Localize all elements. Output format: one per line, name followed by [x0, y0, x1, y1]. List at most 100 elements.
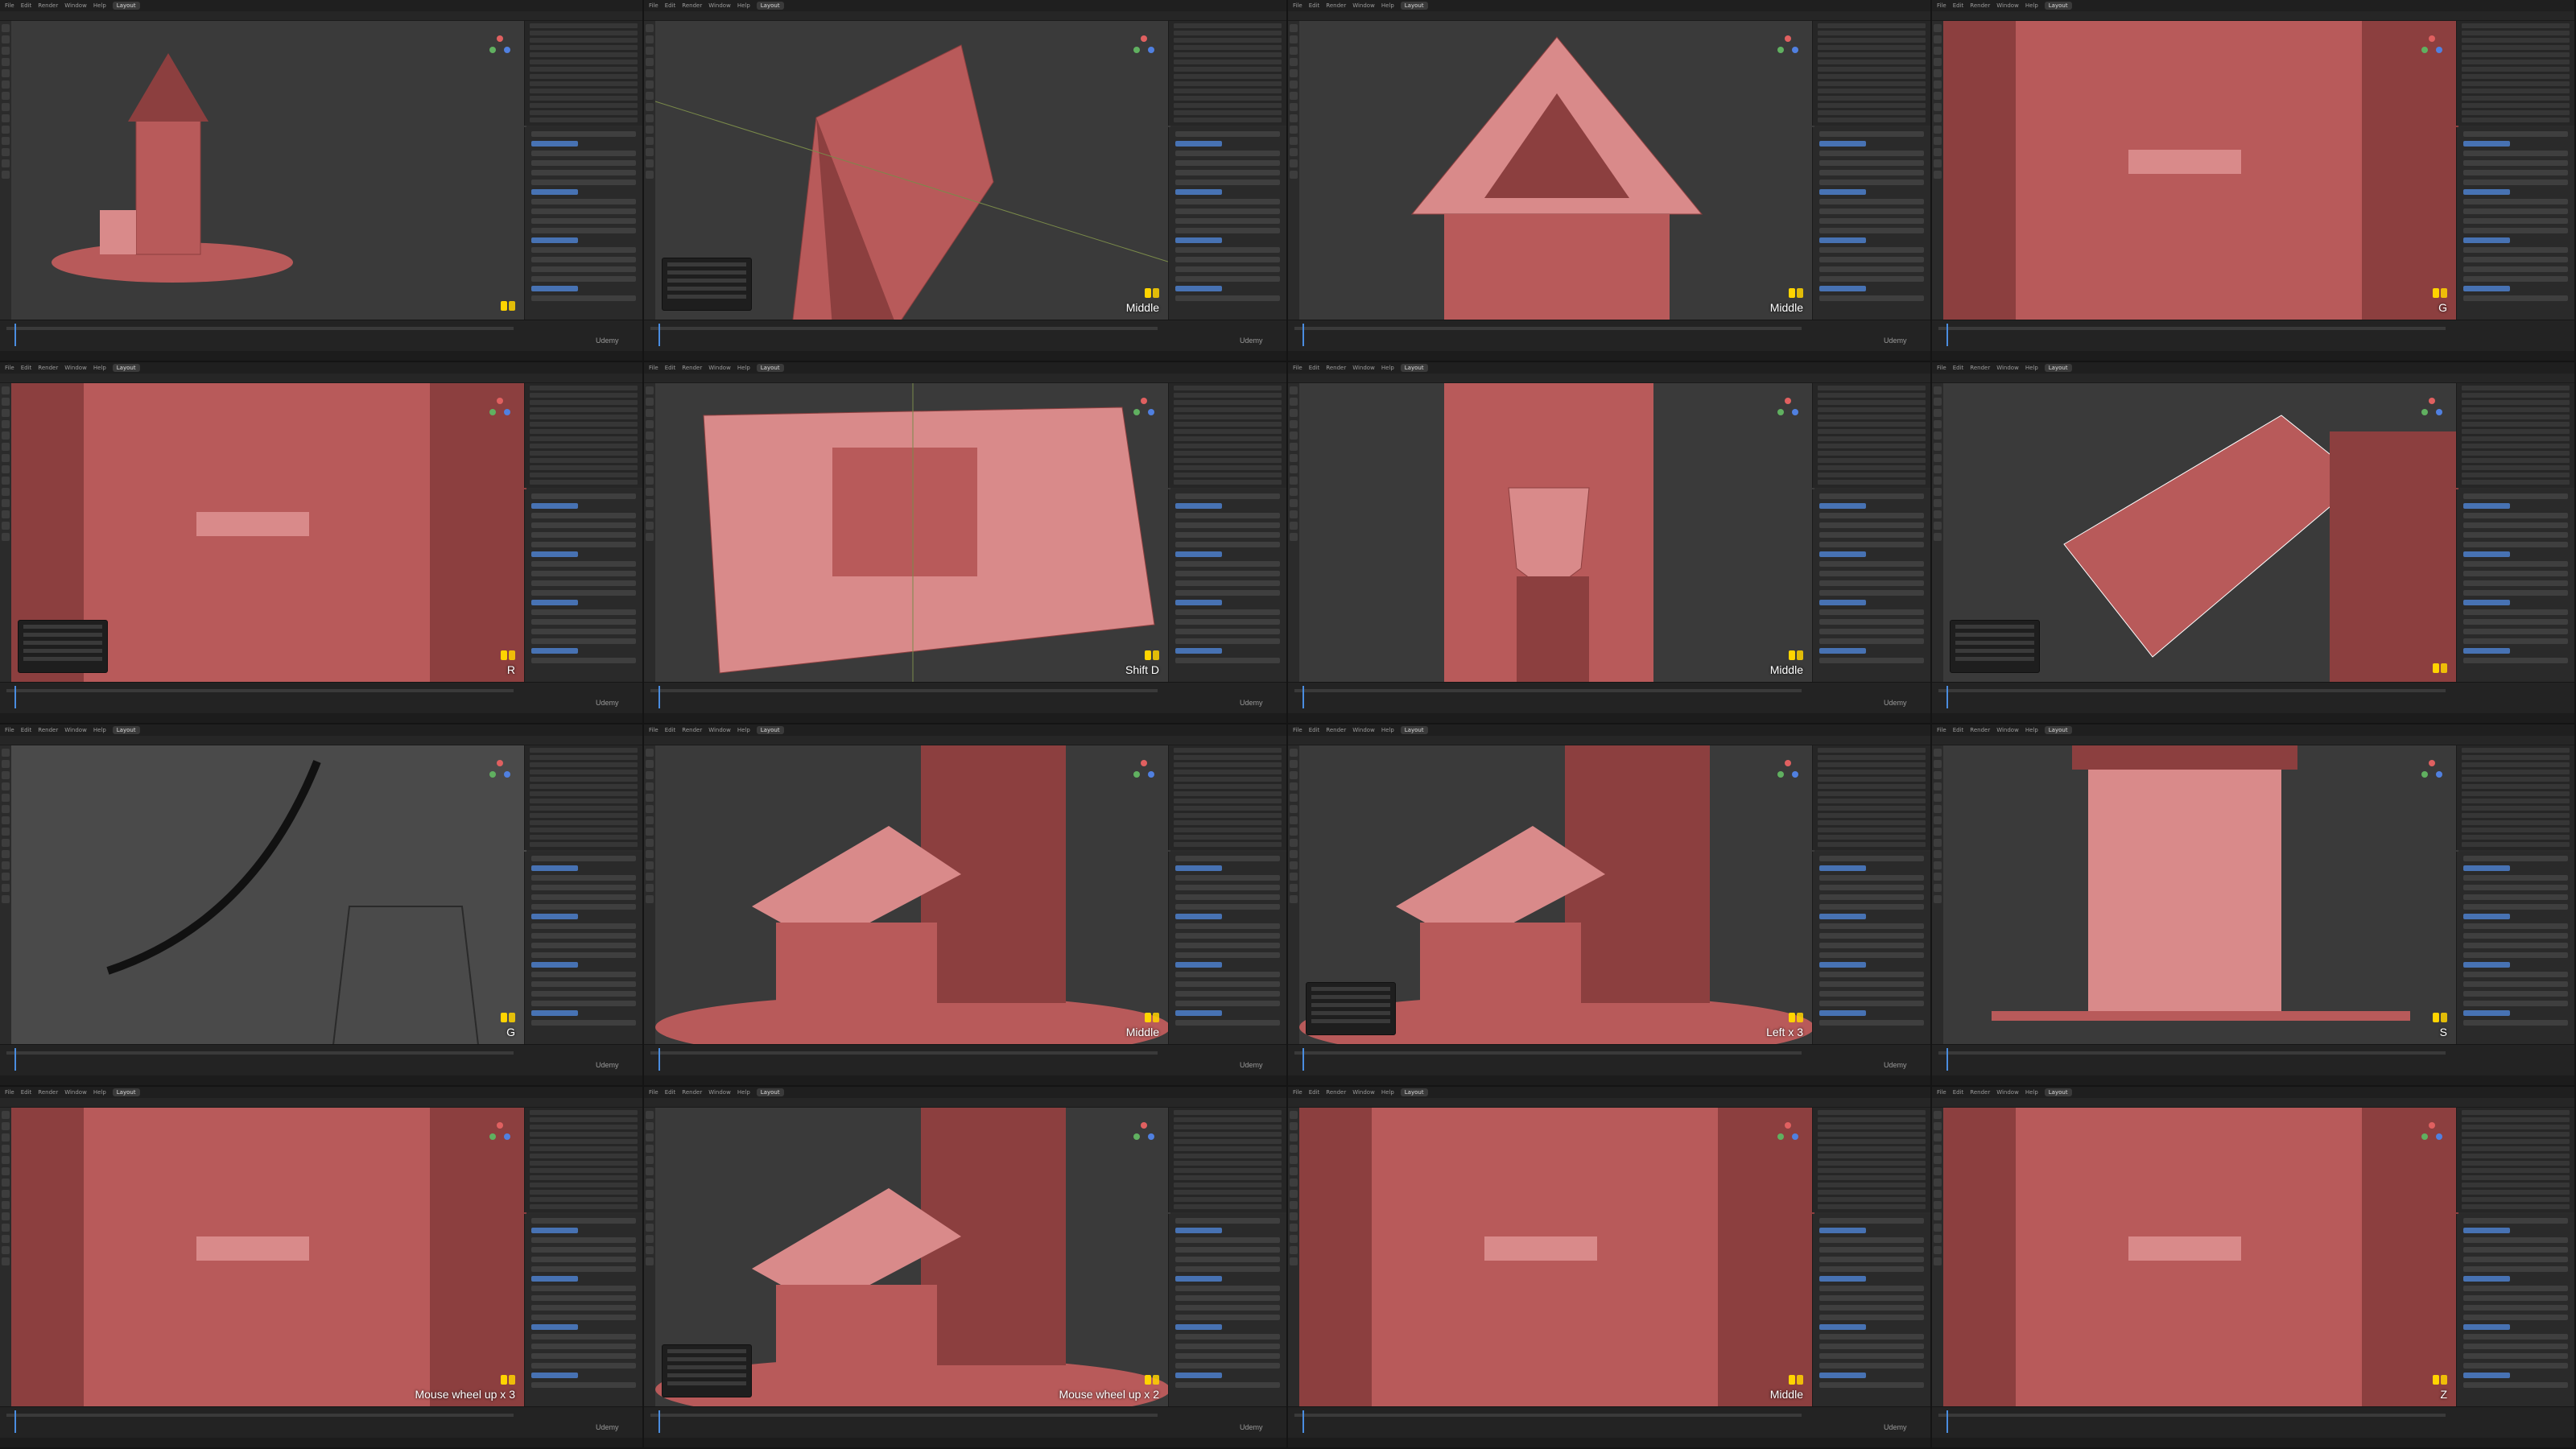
navigation-gizmo[interactable]	[1130, 394, 1158, 422]
timeline-track[interactable]	[1938, 1051, 2446, 1055]
property-field[interactable]	[1175, 208, 1280, 214]
tool-icon[interactable]	[646, 159, 654, 167]
property-field[interactable]	[1819, 865, 1867, 871]
tool-icon[interactable]	[2, 839, 10, 847]
tool-icon[interactable]	[1934, 884, 1942, 892]
properties-panel[interactable]	[1812, 852, 1930, 1045]
outliner-row[interactable]	[530, 386, 638, 390]
menu-file[interactable]: File	[1937, 2, 1946, 9]
outliner-row[interactable]	[2462, 828, 2570, 832]
outliner-row[interactable]	[1818, 748, 1926, 753]
timeline-playhead[interactable]	[658, 1410, 660, 1433]
outliner-row[interactable]	[1174, 23, 1282, 28]
workspace-tab-layout[interactable]: Layout	[1400, 364, 1428, 372]
outliner-row[interactable]	[1818, 67, 1926, 72]
property-field[interactable]	[1819, 1020, 1924, 1026]
property-field[interactable]	[531, 894, 636, 900]
outliner-row[interactable]	[530, 393, 638, 398]
tool-icon[interactable]	[646, 420, 654, 428]
menu-help[interactable]: Help	[1381, 2, 1394, 9]
property-field[interactable]	[1819, 914, 1867, 919]
menu-window[interactable]: Window	[708, 1089, 731, 1096]
outliner-row[interactable]	[2462, 1154, 2570, 1158]
tool-icon[interactable]	[1290, 861, 1298, 869]
tool-icon[interactable]	[646, 454, 654, 462]
outliner-row[interactable]	[1174, 52, 1282, 57]
property-field[interactable]	[2463, 131, 2568, 137]
property-field[interactable]	[1819, 658, 1924, 663]
tool-icon[interactable]	[1934, 488, 1942, 496]
menu-edit[interactable]: Edit	[665, 727, 676, 733]
outliner-panel[interactable]	[524, 383, 642, 488]
outliner-row[interactable]	[1818, 451, 1926, 456]
property-field[interactable]	[1175, 1353, 1280, 1359]
menu-edit[interactable]: Edit	[1953, 2, 1964, 9]
property-field[interactable]	[1819, 962, 1867, 968]
workspace-tab-layout[interactable]: Layout	[112, 2, 140, 10]
property-field[interactable]	[1175, 1257, 1280, 1262]
property-field[interactable]	[2463, 189, 2511, 195]
tool-icon[interactable]	[1290, 499, 1298, 507]
tool-icon[interactable]	[1290, 884, 1298, 892]
property-field[interactable]	[1819, 600, 1867, 605]
timeline[interactable]	[0, 1044, 642, 1075]
property-field[interactable]	[1175, 1305, 1280, 1311]
tool-icon[interactable]	[1934, 828, 1942, 836]
menu-file[interactable]: File	[1293, 727, 1302, 733]
property-field[interactable]	[531, 856, 636, 861]
property-field[interactable]	[1819, 542, 1924, 547]
outliner-panel[interactable]	[2456, 383, 2574, 488]
tool-icon[interactable]	[1934, 148, 1942, 156]
outliner-row[interactable]	[1174, 451, 1282, 456]
property-field[interactable]	[1819, 1247, 1924, 1253]
tool-icon[interactable]	[646, 782, 654, 791]
outliner-row[interactable]	[530, 1190, 638, 1195]
property-field[interactable]	[2463, 609, 2568, 615]
outliner-row[interactable]	[530, 407, 638, 412]
outliner-row[interactable]	[1818, 755, 1926, 760]
menu-window[interactable]: Window	[1352, 1089, 1375, 1096]
outliner-row[interactable]	[1174, 473, 1282, 477]
tool-icon[interactable]	[646, 522, 654, 530]
property-field[interactable]	[2463, 208, 2568, 214]
tool-icon[interactable]	[1290, 749, 1298, 757]
property-field[interactable]	[1819, 228, 1924, 233]
outliner-row[interactable]	[2462, 31, 2570, 35]
tool-icon[interactable]	[1934, 816, 1942, 824]
tool-icon[interactable]	[1934, 386, 1942, 394]
property-field[interactable]	[531, 658, 636, 663]
menu-edit[interactable]: Edit	[1309, 2, 1320, 9]
outliner-row[interactable]	[2462, 813, 2570, 818]
property-field[interactable]	[531, 141, 579, 147]
tool-icon[interactable]	[1934, 103, 1942, 111]
properties-panel[interactable]	[2456, 852, 2574, 1045]
outliner-panel[interactable]	[1812, 21, 1930, 126]
property-field[interactable]	[2463, 503, 2511, 509]
timeline-track[interactable]	[1294, 327, 1802, 330]
property-field[interactable]	[531, 151, 636, 156]
tool-icon[interactable]	[2, 771, 10, 779]
outliner-row[interactable]	[2462, 842, 2570, 847]
property-field[interactable]	[1175, 1295, 1280, 1301]
tool-icon[interactable]	[2, 47, 10, 55]
operator-field[interactable]	[23, 641, 102, 645]
tool-icon[interactable]	[1934, 465, 1942, 473]
timeline[interactable]	[644, 1406, 1286, 1438]
outliner-row[interactable]	[1818, 813, 1926, 818]
tool-icon[interactable]	[1934, 760, 1942, 768]
tool-icon[interactable]	[646, 1235, 654, 1243]
property-field[interactable]	[2463, 1334, 2568, 1340]
tool-icon[interactable]	[2, 828, 10, 836]
tool-icon[interactable]	[2, 1212, 10, 1220]
tool-icon[interactable]	[646, 884, 654, 892]
property-field[interactable]	[1175, 1344, 1280, 1349]
menu-file[interactable]: File	[5, 365, 14, 371]
outliner-panel[interactable]	[1812, 1108, 1930, 1212]
tool-icon[interactable]	[646, 398, 654, 406]
outliner-row[interactable]	[2462, 791, 2570, 796]
tool-icon[interactable]	[1290, 816, 1298, 824]
property-field[interactable]	[1175, 1324, 1223, 1330]
outliner-panel[interactable]	[2456, 745, 2574, 850]
outliner-row[interactable]	[530, 103, 638, 108]
tool-icon[interactable]	[2, 873, 10, 881]
